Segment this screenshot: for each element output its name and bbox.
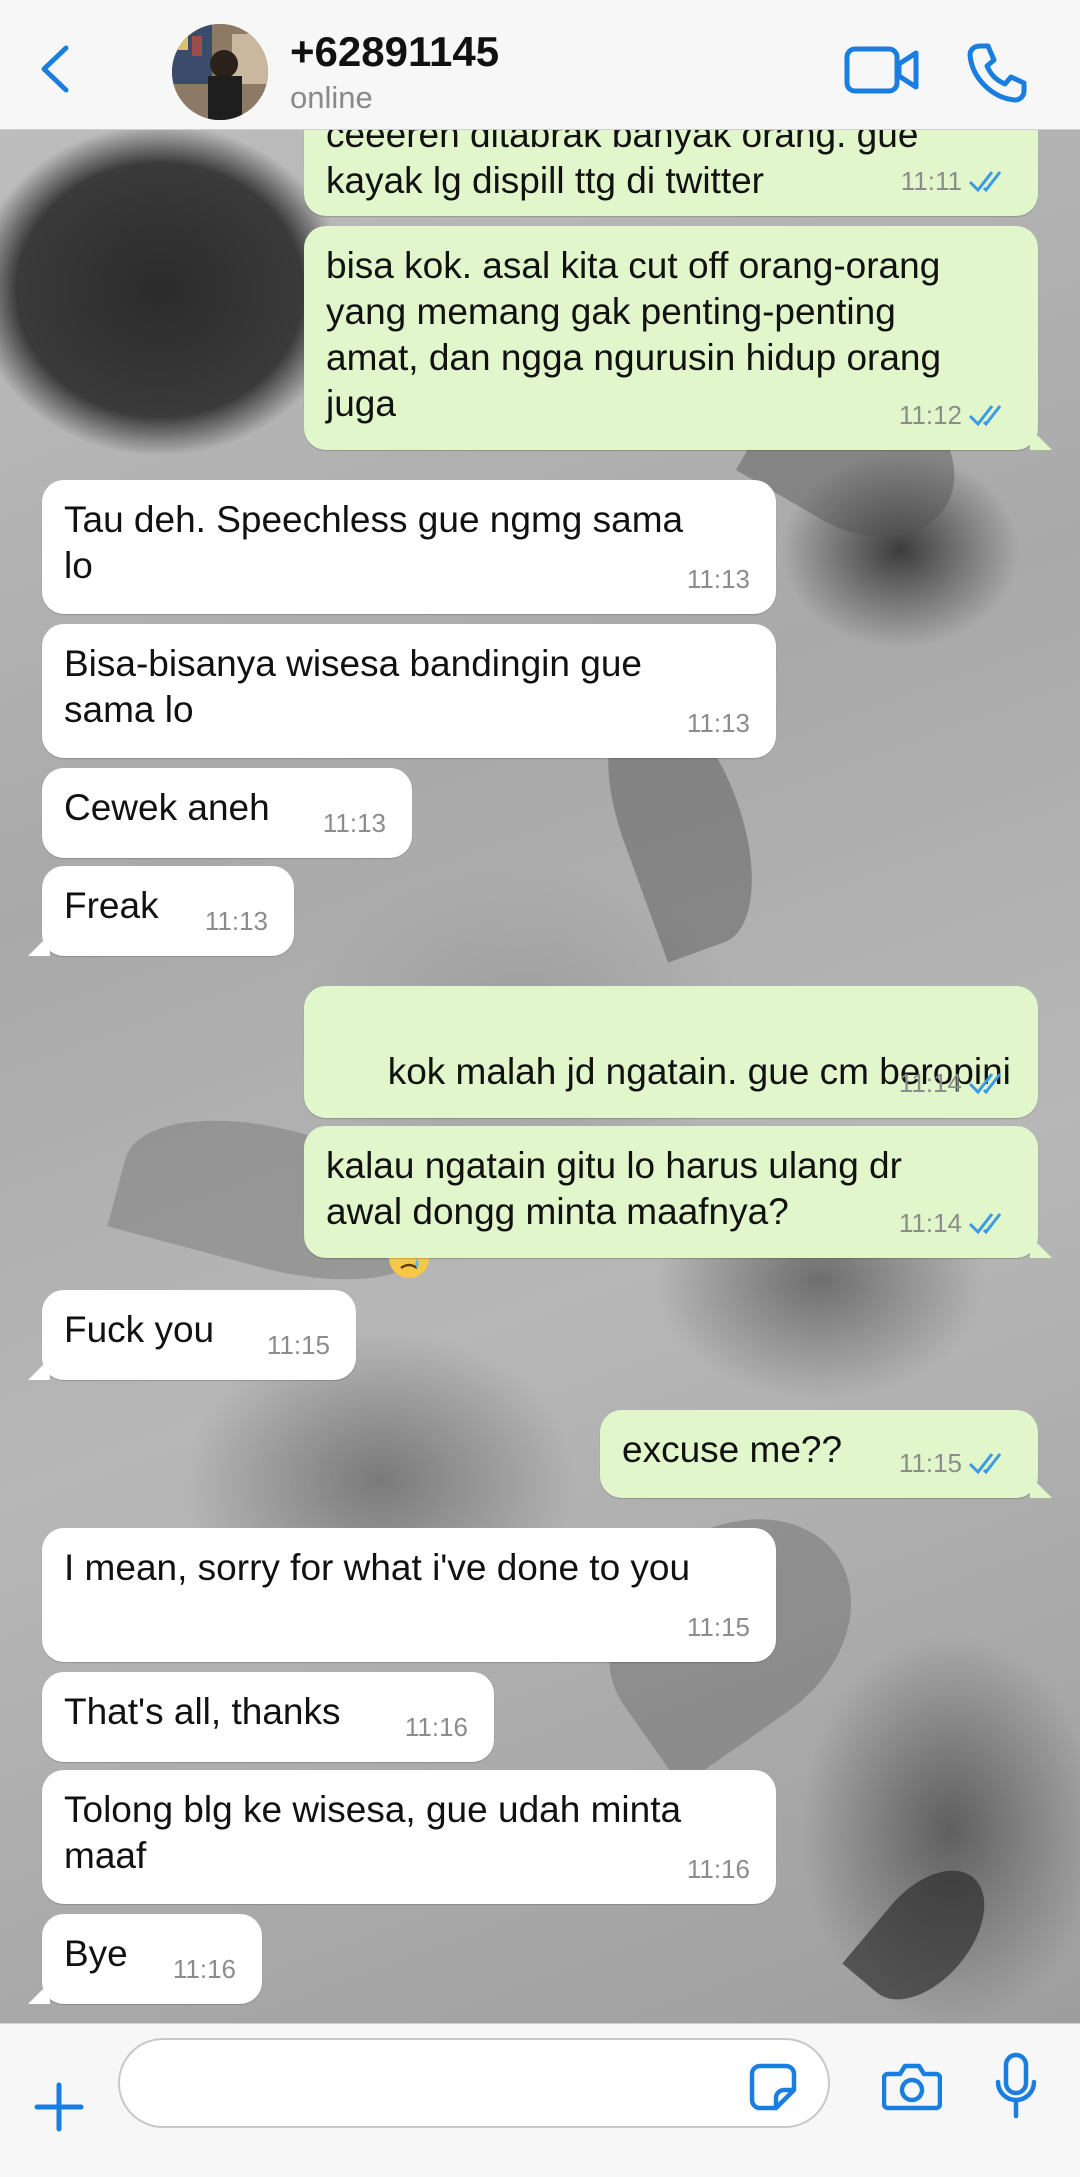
message-meta: 11:16: [405, 1704, 468, 1750]
message-time: 11:13: [322, 808, 386, 838]
message-meta: 11:16: [687, 1846, 750, 1892]
message-time: 11:16: [404, 1712, 468, 1742]
message-meta: 11:15: [899, 1440, 1012, 1486]
camera-icon[interactable]: [882, 2060, 942, 2112]
double-check-icon: [968, 1073, 1002, 1095]
message-text: Tau deh. Speechless gue ngmg sama lo: [64, 499, 684, 586]
message-bubble-incoming[interactable]: Cewek aneh 11:13: [42, 768, 412, 858]
message-time: 11:13: [204, 906, 268, 936]
contact-name[interactable]: +62891145: [290, 28, 499, 76]
message-bubble-incoming[interactable]: Freak 11:13: [28, 866, 294, 956]
message-text: I mean, sorry for what i've done to you: [64, 1547, 691, 1588]
message-input[interactable]: [118, 2038, 830, 2128]
message-time: 11:15: [266, 1330, 330, 1360]
bubble-tail: [28, 1982, 50, 2004]
bubble-tail: [28, 1358, 50, 1380]
message-bubble-incoming[interactable]: Bisa-bisanya wisesa bandingin gue sama l…: [42, 624, 776, 758]
message-time: 11:16: [686, 1854, 750, 1884]
message-time: 11:16: [172, 1954, 236, 1984]
bubble-tail: [1030, 428, 1052, 450]
message-text: Tolong blg ke wisesa, gue udah minta maa…: [64, 1789, 682, 1876]
phone-icon[interactable]: [966, 42, 1028, 104]
avatar[interactable]: [172, 24, 268, 120]
message-meta: 11:13: [323, 800, 386, 846]
message-time: 11:12: [898, 400, 962, 430]
message-time: 11:14: [898, 1068, 962, 1098]
message-meta: 11:15: [267, 1322, 330, 1368]
message-meta: 11:12: [899, 392, 1012, 438]
message-bubble-outgoing[interactable]: ceeeren ditabrak banyak orang. gue kayak…: [304, 130, 1038, 216]
message-bubble-outgoing[interactable]: kalau ngatain gitu lo harus ulang dr awa…: [304, 1126, 1052, 1258]
bubble-tail: [1030, 1476, 1052, 1498]
double-check-icon: [968, 171, 1002, 193]
message-bubble-outgoing[interactable]: kok malah jd ngatain. gue cm beropini 11…: [304, 986, 1038, 1279]
message-bubble-incoming[interactable]: That's all, thanks 11:16: [42, 1672, 494, 1762]
double-check-icon: [968, 1453, 1002, 1475]
message-bubble-incoming[interactable]: Bye 11:16: [28, 1914, 262, 2004]
video-camera-icon[interactable]: [844, 44, 920, 96]
message-time: 11:13: [686, 564, 750, 594]
microphone-icon[interactable]: [994, 2052, 1038, 2120]
message-meta: 11:13: [687, 700, 750, 746]
message-time: 11:15: [898, 1448, 962, 1478]
message-time: 11:14: [898, 1208, 962, 1238]
message-bubble-incoming[interactable]: Tau deh. Speechless gue ngmg sama lo 11:…: [42, 480, 776, 614]
message-meta: 11:15: [687, 1604, 750, 1650]
message-meta: 11:13: [205, 898, 268, 944]
chat-header: +62891145 online: [0, 0, 1080, 130]
double-check-icon: [968, 1213, 1002, 1235]
message-time: 11:15: [686, 1612, 750, 1642]
message-time: 11:13: [686, 708, 750, 738]
message-bubble-incoming[interactable]: I mean, sorry for what i've done to you …: [42, 1528, 776, 1662]
message-meta: 11:14: [899, 1200, 1012, 1246]
message-bubble-outgoing[interactable]: bisa kok. asal kita cut off orang-orang …: [304, 226, 1052, 450]
message-text: Bisa-bisanya wisesa bandingin gue sama l…: [64, 643, 642, 730]
message-meta: 11:14: [899, 1060, 1012, 1106]
message-time: 11:11: [900, 166, 962, 196]
message-meta: 11:16: [173, 1946, 236, 1992]
message-meta: 11:11: [901, 158, 1012, 204]
bubble-tail: [28, 934, 50, 956]
message-composer: [0, 2023, 1080, 2177]
message-bubble-incoming[interactable]: Fuck you 11:15: [28, 1290, 356, 1380]
sticker-icon[interactable]: [748, 2062, 798, 2112]
contact-status: online: [290, 80, 373, 115]
bubble-tail: [1030, 1236, 1052, 1258]
wallpaper-petal: [842, 1848, 1008, 2022]
plus-icon[interactable]: [34, 2082, 84, 2132]
message-bubble-incoming[interactable]: Tolong blg ke wisesa, gue udah minta maa…: [42, 1770, 776, 1904]
double-check-icon: [968, 405, 1002, 427]
message-bubble-outgoing[interactable]: excuse me?? 11:15: [600, 1410, 1052, 1498]
message-meta: 11:13: [687, 556, 750, 602]
chat-background[interactable]: ceeeren ditabrak banyak orang. gue kayak…: [0, 130, 1080, 2023]
chevron-left-icon[interactable]: [36, 44, 76, 94]
